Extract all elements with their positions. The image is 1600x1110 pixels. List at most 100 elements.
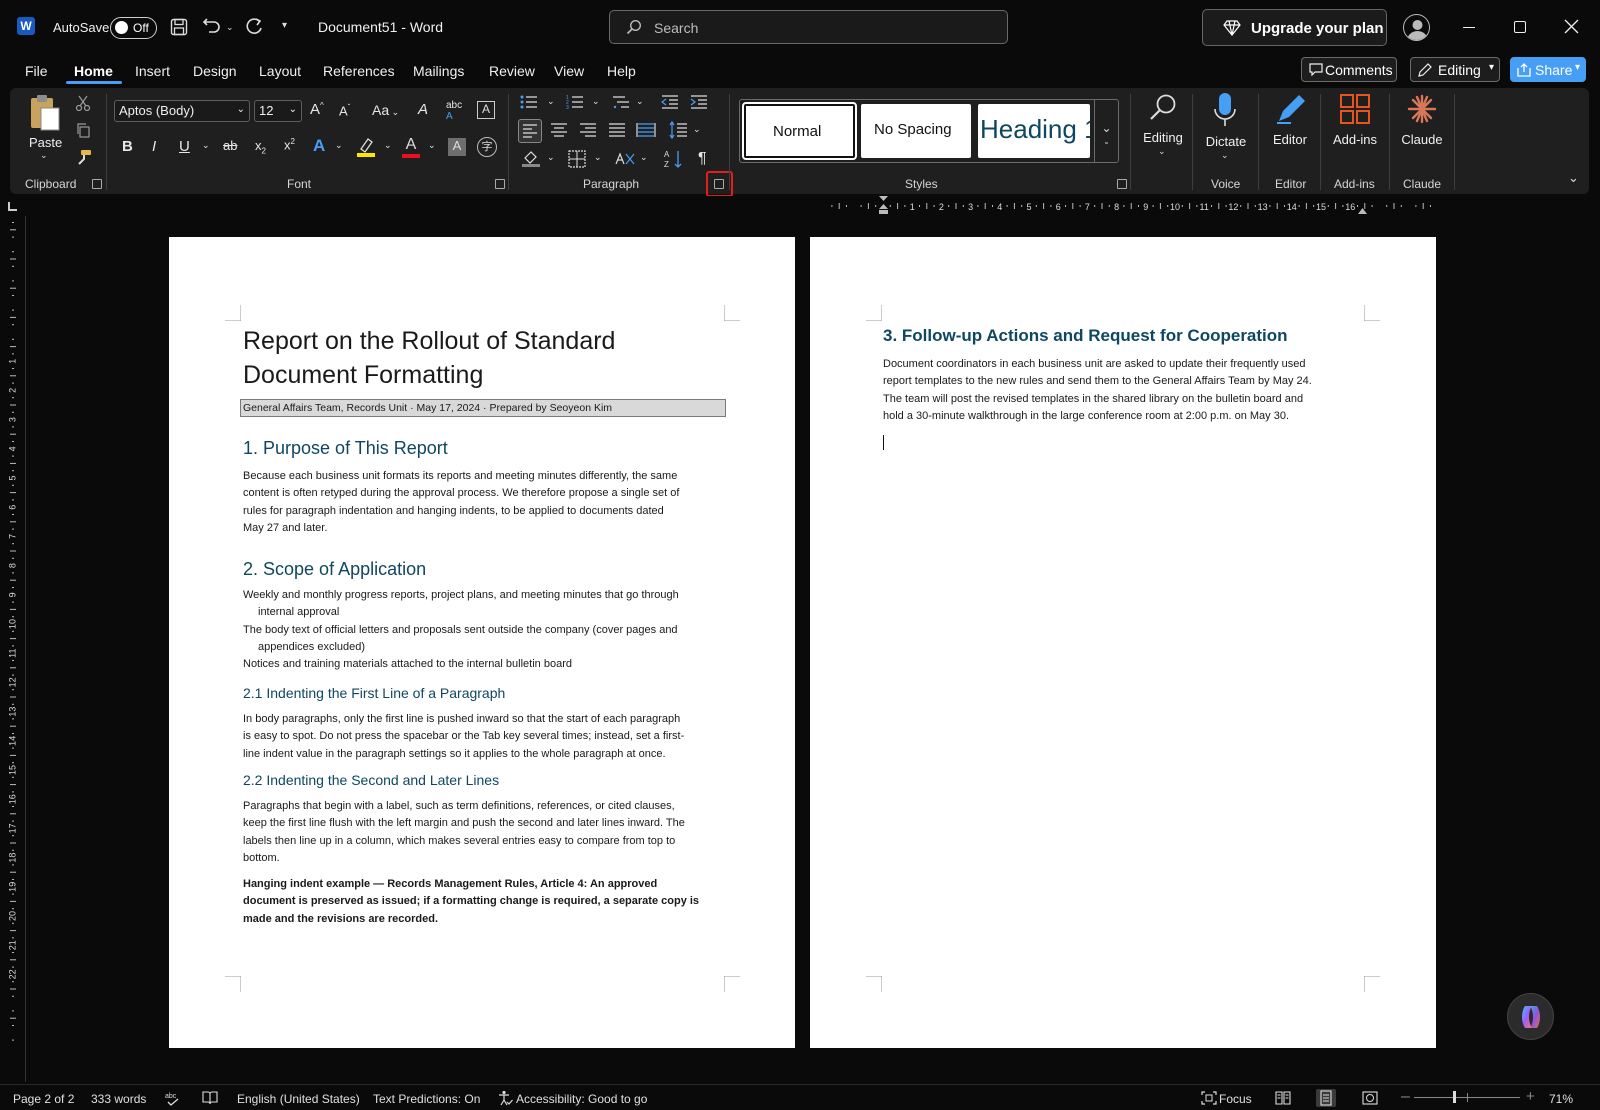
editing-group-button[interactable]: Editing — [1141, 130, 1185, 145]
line-spacing-dropdown-icon[interactable]: ⌄ — [693, 124, 701, 135]
editor-pen-icon[interactable] — [1275, 93, 1307, 125]
font-color-dropdown-icon[interactable]: ⌄ — [428, 140, 436, 151]
font-color-icon[interactable]: A — [402, 136, 420, 158]
heading-follow-up[interactable]: 3. Follow-up Actions and Request for Coo… — [883, 326, 1288, 346]
claude-button[interactable]: Claude — [1400, 132, 1444, 147]
text-effects-icon[interactable]: A — [313, 136, 325, 156]
grow-font-icon[interactable]: A^ — [310, 101, 324, 118]
bullets-icon[interactable] — [520, 94, 538, 110]
document-title-line-2[interactable]: Document Formatting — [243, 358, 483, 392]
change-case-icon[interactable]: Aa ⌄ — [372, 102, 399, 118]
save-icon[interactable] — [170, 18, 188, 36]
asian-layout-icon[interactable] — [615, 150, 635, 168]
shading-icon[interactable] — [522, 149, 540, 167]
editor-button[interactable]: Editor — [1270, 132, 1310, 147]
shading-dropdown-icon[interactable]: ⌄ — [547, 152, 555, 163]
dictate-button[interactable]: Dictate — [1205, 134, 1247, 149]
strikethrough-icon[interactable]: ab — [223, 138, 237, 153]
zoom-level[interactable]: 71% — [1549, 1092, 1573, 1106]
styles-launcher-icon[interactable] — [1117, 179, 1127, 189]
addins-grid-icon[interactable] — [1340, 94, 1370, 124]
numbering-dropdown-icon[interactable]: ⌄ — [592, 96, 600, 107]
hanging-example[interactable]: Hanging indent example — Records Managem… — [243, 876, 743, 928]
upgrade-plan-button[interactable]: Upgrade your plan — [1202, 9, 1387, 46]
align-right-icon[interactable] — [578, 120, 598, 140]
distributed-icon[interactable] — [636, 120, 656, 140]
editing-mode-button[interactable]: Editing ▾ — [1410, 57, 1500, 82]
tab-selector-icon[interactable] — [8, 202, 17, 211]
text-box-icon[interactable]: A — [477, 101, 495, 119]
sort-icon[interactable]: AZ — [664, 149, 684, 169]
tab-file[interactable]: File — [25, 63, 48, 79]
shrink-font-icon[interactable]: Aˇ — [339, 103, 350, 118]
share-button[interactable]: Share ▾ — [1510, 57, 1586, 82]
accessibility-icon[interactable] — [497, 1090, 513, 1106]
focus-mode[interactable]: Focus — [1219, 1092, 1252, 1106]
scope-list[interactable]: Weekly and monthly progress reports, pro… — [243, 587, 743, 673]
page-1[interactable]: Report on the Rollout of Standard Docume… — [169, 237, 795, 1048]
text-effects-dropdown-icon[interactable]: ⌄ — [335, 140, 343, 151]
copy-icon[interactable] — [75, 122, 91, 138]
line-spacing-icon[interactable] — [668, 120, 688, 140]
bullets-dropdown-icon[interactable]: ⌄ — [547, 96, 555, 107]
text-predictions[interactable]: Text Predictions: On — [373, 1092, 480, 1106]
read-mode-icon[interactable] — [1275, 1091, 1291, 1105]
ruler-right-indent-marker[interactable] — [1358, 207, 1367, 214]
accessibility-status[interactable]: Accessibility: Good to go — [516, 1092, 647, 1106]
maximize-icon[interactable] — [1514, 21, 1526, 33]
numbering-icon[interactable]: 123 — [566, 94, 584, 110]
claude-icon[interactable] — [1407, 94, 1437, 124]
style-heading-1[interactable]: Heading 1 — [978, 104, 1090, 158]
undo-icon[interactable] — [202, 17, 222, 37]
horizontal-ruler[interactable]: 1 2 3 4 5 6 7 8 9 10 11 12 13 14 15 16 — [808, 198, 1438, 214]
multilevel-list-icon[interactable] — [612, 94, 630, 110]
zoom-in-icon[interactable]: + — [1526, 1088, 1535, 1105]
heading-first-line-indent[interactable]: 2.1 Indenting the First Line of a Paragr… — [243, 685, 505, 701]
autosave-toggle[interactable]: Off — [110, 17, 157, 39]
font-size-dropdown[interactable]: 12 ⌄ — [254, 100, 302, 122]
multilevel-dropdown-icon[interactable]: ⌄ — [636, 96, 644, 107]
ruler-indent-marker[interactable] — [879, 196, 888, 214]
italic-icon[interactable]: I — [152, 138, 156, 155]
tab-references[interactable]: References — [323, 63, 395, 79]
hanging-paragraph[interactable]: Paragraphs that begin with a label, such… — [243, 798, 743, 867]
account-avatar[interactable] — [1403, 14, 1430, 41]
align-center-icon[interactable] — [549, 120, 569, 140]
justify-icon[interactable] — [607, 120, 627, 140]
tab-view[interactable]: View — [554, 63, 584, 79]
vertical-ruler[interactable]: 12345678910111213141516171819202122 — [5, 216, 21, 1046]
heading-purpose[interactable]: 1. Purpose of This Report — [243, 438, 448, 459]
decrease-indent-icon[interactable] — [661, 94, 679, 110]
highlight-dropdown-icon[interactable]: ⌄ — [384, 140, 392, 151]
word-count[interactable]: 333 words — [91, 1092, 146, 1106]
tab-mailings[interactable]: Mailings — [413, 63, 464, 79]
tab-help[interactable]: Help — [607, 63, 636, 79]
minimize-icon[interactable] — [1463, 27, 1475, 28]
tab-layout[interactable]: Layout — [259, 63, 301, 79]
zoom-slider[interactable] — [1414, 1091, 1520, 1103]
customize-qat-icon[interactable]: ▾ — [282, 20, 287, 31]
asian-layout-dropdown-icon[interactable]: ⌄ — [640, 152, 648, 163]
style-normal[interactable]: Normal — [742, 102, 857, 160]
text-effects-abc-icon[interactable]: abc A — [446, 100, 462, 122]
format-painter-icon[interactable] — [74, 148, 92, 166]
find-search-icon[interactable] — [1148, 92, 1178, 122]
redo-icon[interactable] — [244, 17, 264, 37]
first-line-paragraph[interactable]: In body paragraphs, only the first line … — [243, 711, 743, 763]
style-no-spacing[interactable]: No Spacing — [861, 104, 971, 158]
undo-dropdown-icon[interactable]: ⌄ — [226, 22, 234, 33]
borders-icon[interactable] — [568, 150, 586, 168]
clipboard-launcher-icon[interactable] — [92, 179, 102, 189]
subtitle-box[interactable]: General Affairs Team, Records Unit · May… — [240, 399, 726, 417]
align-left-icon[interactable] — [518, 119, 542, 143]
styles-more-icon[interactable]: ⌄ - — [1094, 99, 1118, 163]
close-icon[interactable] — [1564, 19, 1579, 34]
language-indicator[interactable]: English (United States) — [237, 1092, 360, 1106]
tab-home[interactable]: Home — [74, 63, 113, 79]
paste-button[interactable]: Paste ⌄ — [26, 94, 64, 166]
page-count[interactable]: Page 2 of 2 — [13, 1092, 74, 1106]
read-aloud-book-icon[interactable] — [202, 1091, 218, 1105]
copilot-button[interactable] — [1507, 993, 1554, 1040]
underline-dropdown-icon[interactable]: ⌄ — [202, 140, 210, 151]
highlight-icon[interactable] — [357, 137, 375, 157]
